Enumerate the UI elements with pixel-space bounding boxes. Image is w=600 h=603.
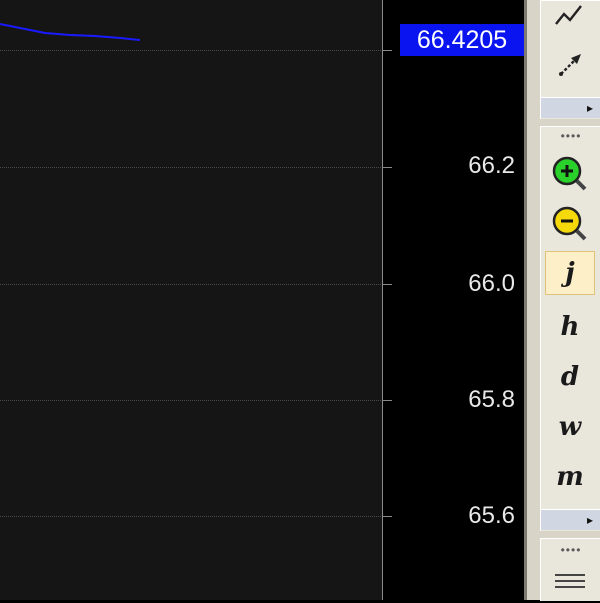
toolbar-splitter[interactable] [524, 0, 527, 600]
y-axis-tick-label: 66.2 [468, 152, 515, 179]
y-axis-tick [383, 516, 392, 517]
gridline [0, 284, 383, 285]
trend-line-icon [555, 5, 582, 25]
y-axis-line [382, 0, 383, 600]
chart-plot-area[interactable] [0, 0, 383, 600]
gridline [0, 516, 383, 517]
panel-grip-handle[interactable]: •••• [541, 130, 600, 143]
y-axis-tick [383, 400, 392, 401]
drawing-tools-panel: ▸ [540, 0, 600, 119]
y-axis-tick-label: 65.6 [468, 502, 515, 529]
period-label: h [560, 312, 580, 342]
zoom-in-button[interactable] [545, 151, 595, 195]
period-label: w [558, 412, 582, 442]
y-axis-tick [383, 167, 392, 168]
expand-period-tools-bar[interactable]: ▸ [541, 509, 600, 530]
period-label: j [565, 258, 575, 288]
current-price-badge: 66.4205 [400, 24, 524, 56]
y-axis-tick [383, 50, 392, 51]
zoom-out-icon [552, 206, 587, 241]
period-label: m [556, 462, 584, 492]
period-button-j[interactable]: j [545, 251, 595, 295]
menu-button[interactable] [545, 559, 595, 603]
panel-grip-handle[interactable]: •••• [541, 544, 600, 557]
y-axis-tick [383, 284, 392, 285]
zoom-out-button[interactable] [545, 201, 595, 245]
period-button-m[interactable]: m [545, 455, 595, 499]
y-axis-tick-label: 65.8 [468, 386, 515, 413]
gridline [0, 400, 383, 401]
zoom-period-panel: •••• j h d w m ▸ [540, 126, 600, 531]
y-axis-tick-label: 66.0 [468, 270, 515, 297]
zoom-in-icon [552, 156, 587, 191]
period-label: d [560, 362, 580, 392]
price-line [0, 23, 141, 41]
period-button-w[interactable]: w [545, 405, 595, 449]
period-button-d[interactable]: d [545, 355, 595, 399]
period-button-h[interactable]: h [545, 305, 595, 349]
hamburger-menu-icon [555, 574, 585, 588]
menu-panel: •••• [540, 538, 600, 601]
expand-drawing-tools-bar[interactable]: ▸ [541, 97, 600, 118]
gridline [0, 167, 383, 168]
pointer-arrow-icon [559, 54, 581, 76]
expand-arrow-icon: ▸ [586, 513, 593, 527]
expand-arrow-icon: ▸ [586, 101, 593, 115]
pointer-tool-button[interactable] [545, 43, 595, 87]
trend-line-tool-button[interactable] [545, 0, 595, 37]
